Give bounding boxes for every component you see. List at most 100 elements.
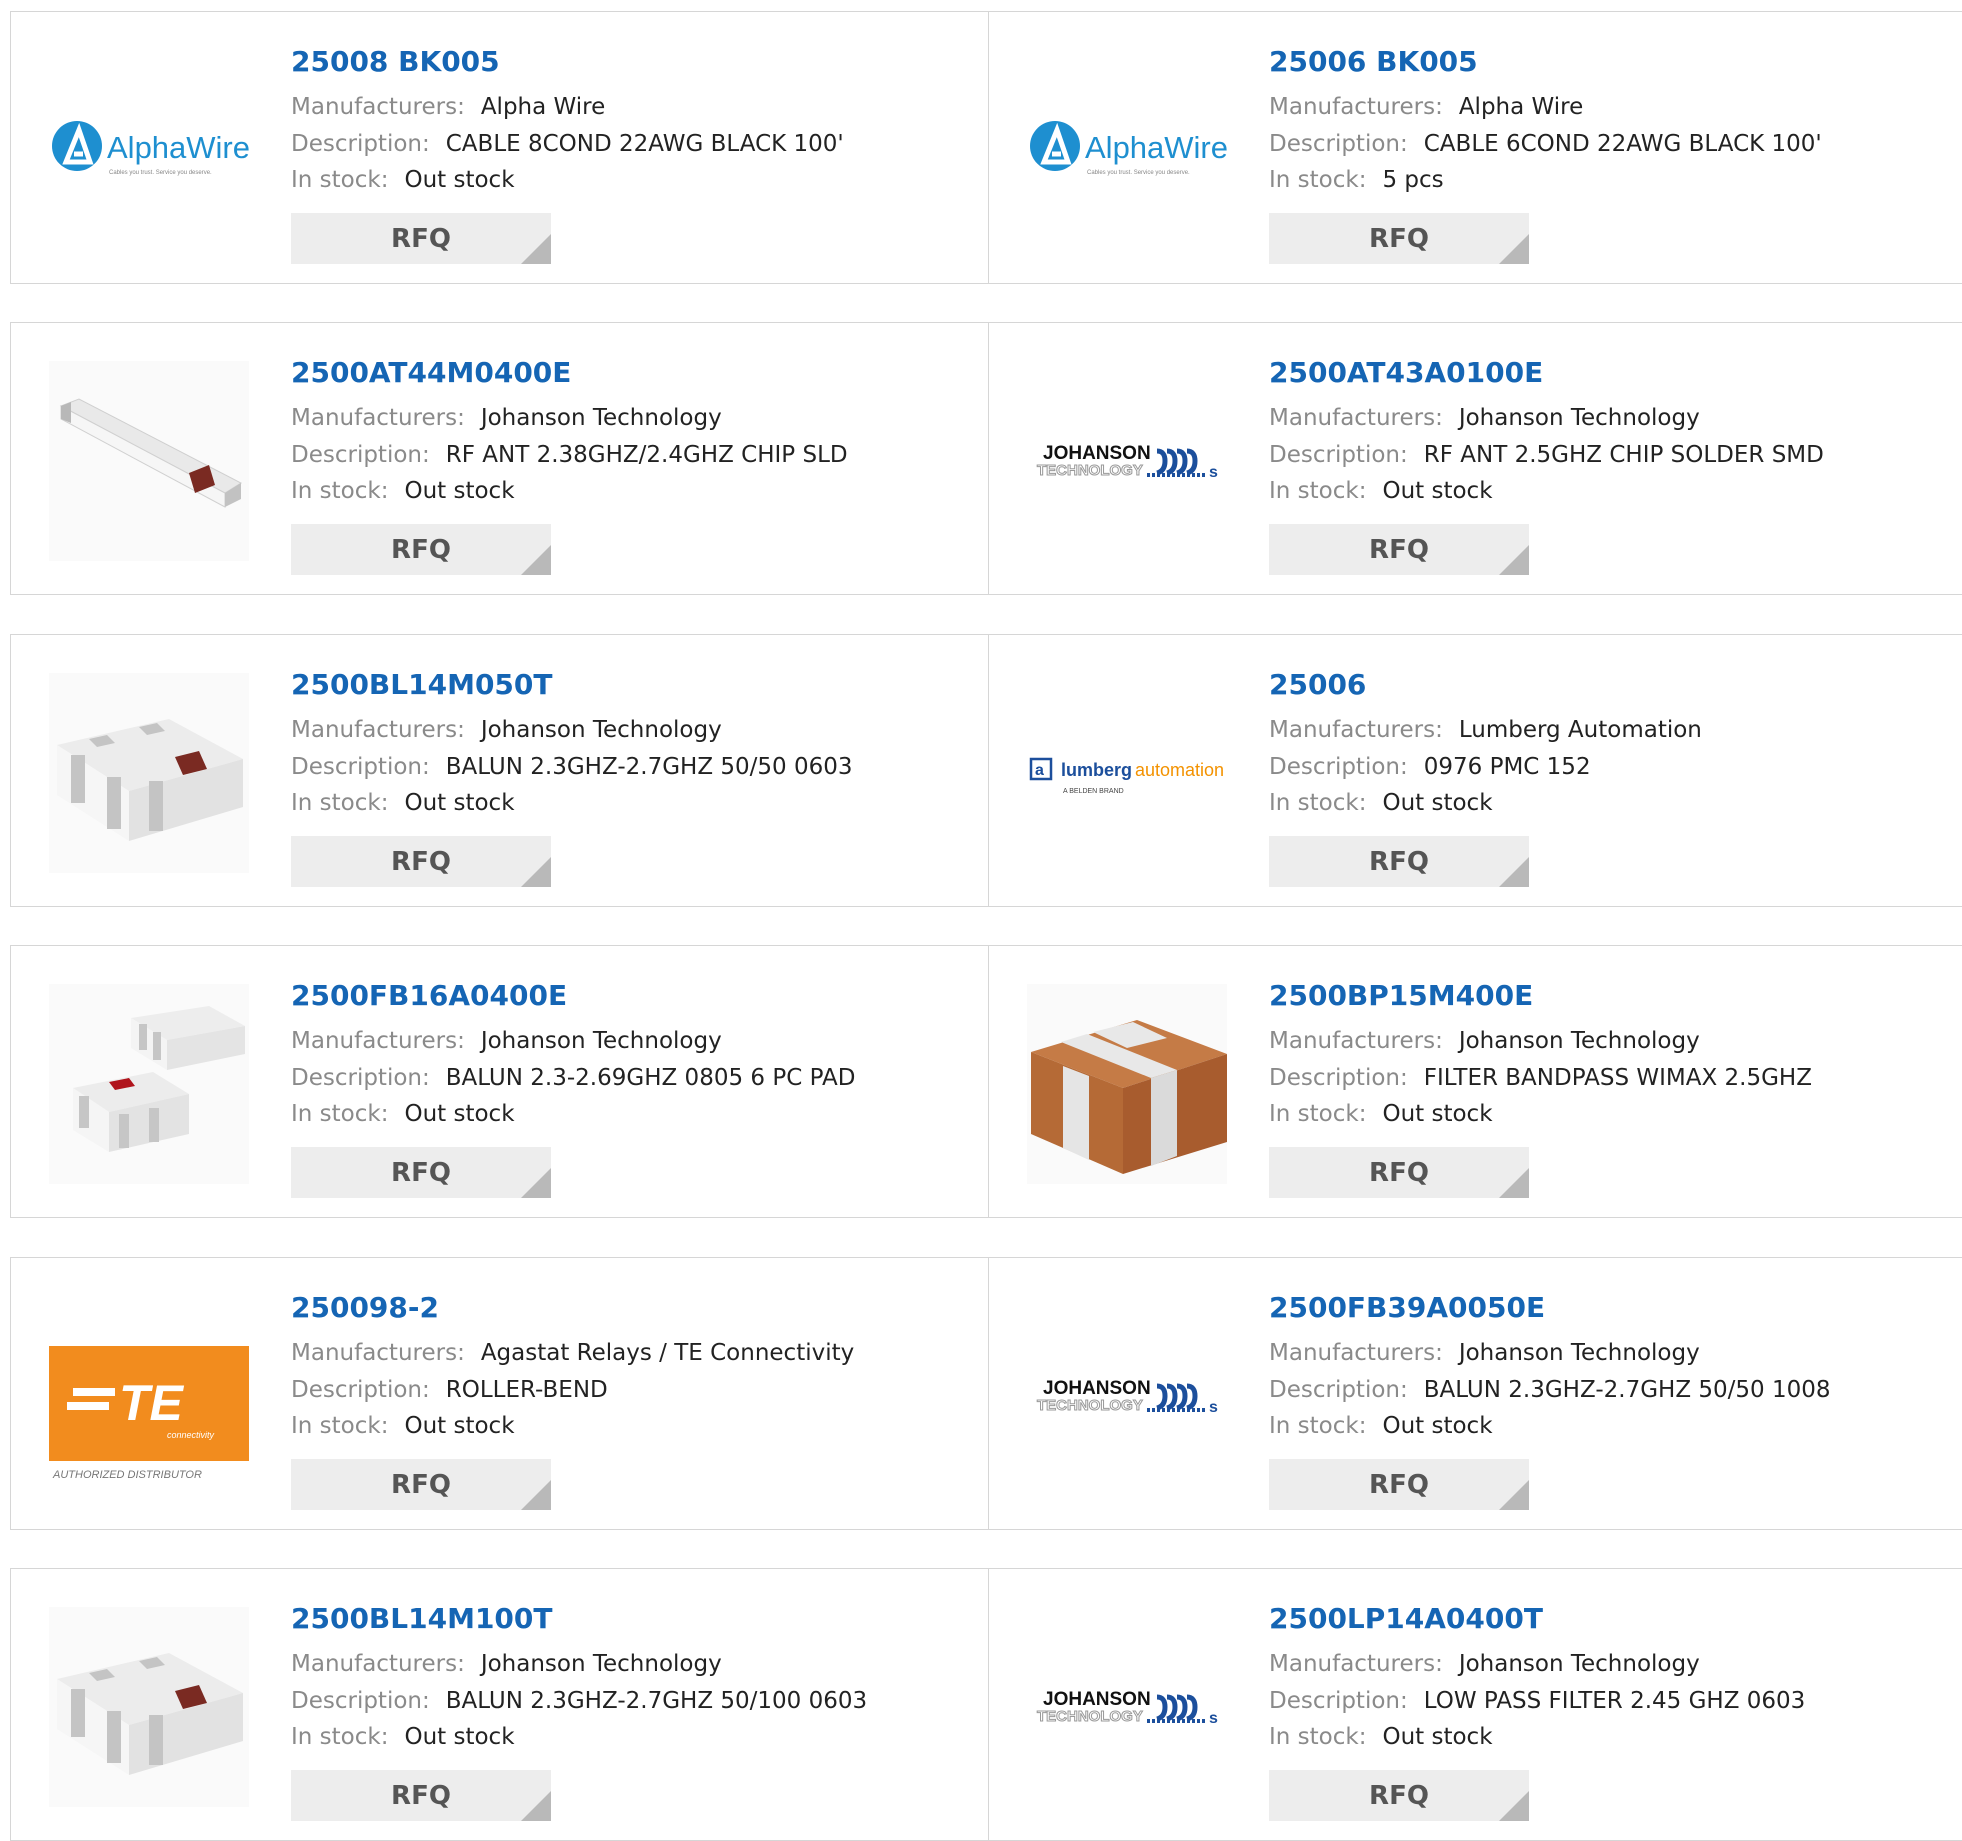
product-image[interactable]: [49, 361, 249, 561]
rfq-button[interactable]: RFQ: [1269, 836, 1529, 887]
manufacturer-label: Manufacturers:: [291, 1340, 465, 1366]
te-logo: TE connectivity AUTHORIZED DISTRIBUTOR: [49, 1346, 249, 1481]
rfq-button[interactable]: RFQ: [291, 1147, 551, 1198]
description-field: Description: ROLLER-BEND: [291, 1377, 608, 1403]
description-label: Description:: [1269, 1377, 1408, 1403]
stock-label: In stock:: [291, 790, 389, 816]
product-part-number-link[interactable]: 25006 BK005: [1269, 45, 1478, 78]
description-value: BALUN 2.3GHZ-2.7GHZ 50/100 0603: [445, 1688, 868, 1714]
description-field: Description: BALUN 2.3GHZ-2.7GHZ 50/50 06…: [291, 754, 853, 780]
stock-field: In stock: Out stock: [1269, 1724, 1493, 1750]
manufacturer-label: Manufacturers:: [1269, 1651, 1443, 1677]
manufacturer-label: Manufacturers:: [1269, 94, 1443, 120]
manufacturer-value: Johanson Technology: [480, 1028, 722, 1054]
alphawire-logo: AlphaWire Cables you trust. Service you …: [1030, 121, 1227, 176]
product-card: 2500BL14M050T Manufacturers: Johanson Tec…: [11, 635, 989, 906]
product-image[interactable]: AlphaWire Cables you trust. Service you …: [49, 50, 249, 250]
te-logo-sub: connectivity: [167, 1430, 215, 1440]
rfq-button[interactable]: RFQ: [1269, 1770, 1529, 1821]
product-image[interactable]: TE connectivity AUTHORIZED DISTRIBUTOR: [49, 1296, 249, 1496]
te-authorized-label: AUTHORIZED DISTRIBUTOR: [52, 1469, 202, 1481]
product-part-number-link[interactable]: 2500BP15M400E: [1269, 979, 1533, 1012]
johanson-logo-line2: TECHNOLOGY: [1037, 1397, 1143, 1414]
alphawire-logo: AlphaWire Cables you trust. Service you …: [52, 121, 249, 176]
description-label: Description:: [291, 1377, 430, 1403]
description-label: Description:: [291, 1065, 430, 1091]
product-image[interactable]: a lumberg automation A BELDEN BRAND: [1027, 673, 1227, 873]
product-image[interactable]: JOHANSON TECHNOLOGY s: [1027, 1296, 1227, 1496]
product-image[interactable]: AlphaWire Cables you trust. Service you …: [1027, 50, 1227, 250]
product-image[interactable]: JOHANSON TECHNOLOGY s: [1027, 1607, 1227, 1807]
manufacturer-value: Johanson Technology: [480, 405, 722, 431]
description-field: Description: CABLE 6COND 22AWG BLACK 100': [1269, 131, 1822, 157]
stock-field: In stock: Out stock: [291, 478, 515, 504]
manufacturer-field: Manufacturers: Johanson Technology: [1269, 1340, 1700, 1366]
product-part-number-link[interactable]: 2500LP14A0400T: [1269, 1602, 1543, 1635]
product-row: 2500BL14M100T Manufacturers: Johanson Tec…: [10, 1568, 1962, 1841]
manufacturer-value: Johanson Technology: [1458, 405, 1700, 431]
stock-label: In stock:: [291, 1724, 389, 1750]
alphawire-logo-text: AlphaWire: [107, 130, 249, 165]
rfq-label: RFQ: [391, 223, 451, 254]
alphawire-logo-text: AlphaWire: [1085, 130, 1227, 165]
bandpass-filter-image: [1027, 984, 1227, 1184]
description-value: FILTER BANDPASS WIMAX 2.5GHZ: [1423, 1065, 1812, 1091]
product-part-number-link[interactable]: 2500FB16A0400E: [291, 979, 567, 1012]
product-image[interactable]: [49, 1607, 249, 1807]
rfq-corner-decoration: [1499, 234, 1529, 264]
manufacturer-field: Manufacturers: Johanson Technology: [291, 405, 722, 431]
stock-label: In stock:: [1269, 790, 1367, 816]
manufacturer-value: Johanson Technology: [1458, 1028, 1700, 1054]
manufacturer-label: Manufacturers:: [291, 94, 465, 120]
lumberg-logo-sub: A BELDEN BRAND: [1063, 788, 1124, 795]
product-image[interactable]: JOHANSON TECHNOLOGY s: [1027, 361, 1227, 561]
rfq-corner-decoration: [521, 234, 551, 264]
product-image[interactable]: [1027, 984, 1227, 1184]
balun-chip-image: [49, 1607, 249, 1807]
stock-value: Out stock: [1382, 1724, 1493, 1750]
alphawire-tagline: Cables you trust. Service you deserve.: [109, 170, 212, 176]
product-part-number-link[interactable]: 2500AT43A0100E: [1269, 356, 1543, 389]
product-part-number-link[interactable]: 2500FB39A0050E: [1269, 1291, 1545, 1324]
manufacturer-label: Manufacturers:: [1269, 405, 1443, 431]
rfq-corner-decoration: [1499, 1791, 1529, 1821]
rfq-button[interactable]: RFQ: [1269, 1147, 1529, 1198]
description-label: Description:: [291, 131, 430, 157]
description-label: Description:: [1269, 1688, 1408, 1714]
svg-text:s: s: [1209, 1399, 1218, 1416]
description-field: Description: LOW PASS FILTER 2.45 GHZ 060…: [1269, 1688, 1805, 1714]
product-part-number-link[interactable]: 2500AT44M0400E: [291, 356, 571, 389]
rfq-button[interactable]: RFQ: [1269, 1459, 1529, 1510]
product-image[interactable]: [49, 984, 249, 1184]
manufacturer-field: Manufacturers: Johanson Technology: [1269, 405, 1700, 431]
rfq-button[interactable]: RFQ: [291, 836, 551, 887]
manufacturer-label: Manufacturers:: [291, 1651, 465, 1677]
rfq-button[interactable]: RFQ: [1269, 213, 1529, 264]
product-part-number-link[interactable]: 250098-2: [291, 1291, 439, 1324]
manufacturer-label: Manufacturers:: [291, 1028, 465, 1054]
rfq-button[interactable]: RFQ: [291, 1459, 551, 1510]
product-part-number-link[interactable]: 2500BL14M100T: [291, 1602, 553, 1635]
stock-value: Out stock: [1382, 1101, 1493, 1127]
rfq-button[interactable]: RFQ: [1269, 524, 1529, 575]
manufacturer-label: Manufacturers:: [291, 405, 465, 431]
manufacturer-value: Alpha Wire: [480, 94, 606, 120]
rfq-label: RFQ: [391, 1780, 451, 1811]
product-card: JOHANSON TECHNOLOGY s 2500LP14A0400T Man…: [989, 1569, 1962, 1840]
johanson-logo-line2: TECHNOLOGY: [1037, 462, 1143, 479]
stock-label: In stock:: [291, 167, 389, 193]
product-image[interactable]: [49, 673, 249, 873]
rfq-button[interactable]: RFQ: [291, 1770, 551, 1821]
product-part-number-link[interactable]: 25008 BK005: [291, 45, 500, 78]
description-value: BALUN 2.3GHZ-2.7GHZ 50/50 1008: [1423, 1377, 1831, 1403]
rfq-button[interactable]: RFQ: [291, 213, 551, 264]
description-field: Description: RF ANT 2.5GHZ CHIP SOLDER SM…: [1269, 442, 1824, 468]
description-label: Description:: [291, 1688, 430, 1714]
rfq-button[interactable]: RFQ: [291, 524, 551, 575]
manufacturer-value: Agastat Relays / TE Connectivity: [480, 1340, 855, 1366]
description-field: Description: FILTER BANDPASS WIMAX 2.5GHZ: [1269, 1065, 1812, 1091]
product-part-number-link[interactable]: 2500BL14M050T: [291, 668, 553, 701]
manufacturer-field: Manufacturers: Lumberg Automation: [1269, 717, 1702, 743]
product-part-number-link[interactable]: 25006: [1269, 668, 1366, 701]
description-field: Description: BALUN 2.3GHZ-2.7GHZ 50/50 10…: [1269, 1377, 1831, 1403]
